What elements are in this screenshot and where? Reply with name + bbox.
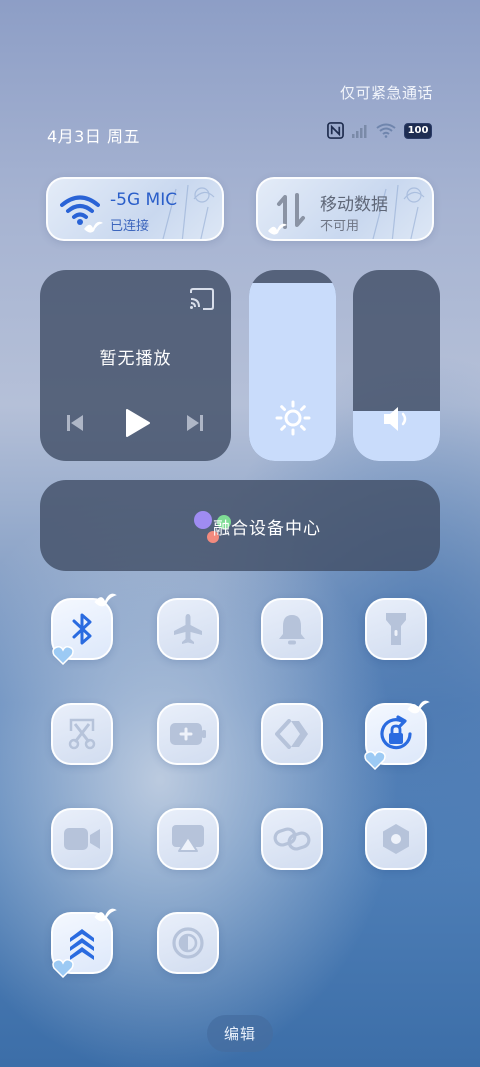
camera-icon (64, 828, 100, 850)
heart-icon (52, 646, 74, 665)
mobile-data-tile[interactable]: 移动数据 不可用 (256, 177, 434, 241)
airplane-toggle[interactable] (157, 598, 219, 660)
wifi-tile[interactable]: -5G MIC 已连接 (46, 177, 224, 241)
emergency-call-text: 仅可紧急通话 (339, 84, 433, 102)
share-arrows-icon (275, 719, 308, 749)
cast-icon[interactable] (189, 288, 215, 310)
prev-icon[interactable] (64, 412, 86, 434)
bell-icon (279, 615, 305, 645)
flashlight-toggle[interactable] (365, 598, 427, 660)
media-card[interactable]: 暂无播放 (40, 270, 231, 461)
volume-slider[interactable] (353, 270, 440, 461)
heart-icon (364, 751, 386, 770)
flashlight-icon (386, 613, 406, 645)
screen-record-toggle[interactable] (51, 808, 113, 870)
link-icon (273, 827, 311, 851)
anime-decoration (162, 184, 215, 239)
signal-icon (352, 124, 367, 138)
wifi-icon (376, 123, 396, 138)
bluetooth-icon (72, 613, 92, 645)
battery-icon: 100 (404, 122, 432, 139)
bell-toggle[interactable] (261, 598, 323, 660)
bird-icon (94, 908, 117, 922)
airplane-icon (174, 614, 202, 644)
wifi-status: 已连接 (110, 219, 150, 234)
dark-mode-toggle[interactable] (157, 912, 219, 974)
date-text: 4月3日 周五 (47, 127, 140, 146)
nfc-icon (327, 122, 344, 139)
device-center-label: 融合设备中心 (213, 519, 321, 539)
battery-plus-icon (170, 723, 206, 745)
bird-icon (84, 221, 103, 233)
settings-toggle[interactable] (365, 808, 427, 870)
wifi-name: -5G MIC (110, 190, 178, 210)
screenshot-toggle[interactable] (51, 703, 113, 765)
bird-icon (94, 593, 117, 607)
mobile-data-title: 移动数据 (320, 195, 388, 215)
mobile-data-status: 不可用 (320, 219, 360, 234)
speaker-icon (353, 404, 440, 434)
play-icon[interactable] (123, 408, 151, 438)
screen-cast-toggle[interactable] (157, 808, 219, 870)
heart-icon (52, 959, 74, 978)
bird-icon (268, 223, 287, 235)
hexagon-icon (383, 824, 409, 854)
battery-saver-toggle[interactable] (157, 703, 219, 765)
scissors-icon (68, 718, 96, 750)
brightness-slider[interactable] (249, 270, 336, 461)
next-icon[interactable] (184, 412, 206, 434)
bird-icon (407, 700, 430, 714)
cast-screen-icon (172, 825, 204, 852)
contrast-icon (172, 927, 204, 959)
status-icons: 100 (327, 122, 432, 139)
sun-icon (249, 400, 336, 436)
nearby-share-toggle[interactable] (261, 703, 323, 765)
rotation-lock-icon (380, 715, 412, 750)
device-center-card[interactable]: 融合设备中心 (40, 480, 440, 571)
battery-level: 100 (407, 125, 429, 136)
chevrons-up-icon (70, 929, 94, 960)
media-status-text: 暂无播放 (99, 349, 172, 369)
edit-button[interactable]: 编辑 (207, 1015, 273, 1052)
link-toggle[interactable] (261, 808, 323, 870)
